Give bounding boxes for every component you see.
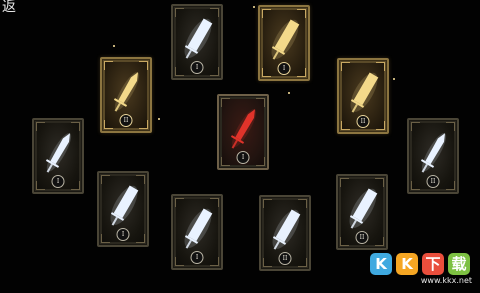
card-far-left[interactable]: I	[32, 118, 84, 194]
tier-badge: II	[426, 175, 440, 188]
card-upper-right[interactable]: II	[337, 58, 389, 134]
card-top-right[interactable]: I	[258, 5, 310, 81]
card-center[interactable]: I	[217, 94, 269, 170]
card-lower-left[interactable]: I	[97, 171, 149, 247]
sparkle	[288, 92, 290, 94]
tier-badge: II	[355, 231, 369, 244]
watermark-letter: 下	[422, 253, 444, 275]
watermark-url: www.kkx.net	[420, 276, 472, 285]
tier-badge: II	[278, 252, 292, 265]
watermark-logo: K K 下 载 www.kkx.net	[370, 253, 474, 285]
card-bottom-left[interactable]: I	[171, 194, 223, 270]
sparkle	[113, 45, 115, 47]
tier-badge: II	[356, 115, 370, 128]
card-far-right[interactable]: II	[407, 118, 459, 194]
card-top-left[interactable]: I	[171, 4, 223, 80]
card-lower-right[interactable]: II	[336, 174, 388, 250]
tier-badge: II	[119, 114, 133, 127]
sparkle	[393, 78, 395, 80]
tier-badge: I	[277, 62, 291, 75]
watermark-letter: 载	[448, 253, 470, 275]
sparkle	[253, 6, 255, 8]
tier-badge: I	[236, 151, 250, 164]
watermark-letter: K	[370, 253, 392, 275]
tier-badge: I	[190, 61, 204, 74]
back-button[interactable]: 返	[2, 0, 16, 16]
tier-badge: I	[51, 175, 65, 188]
watermark-letter: K	[396, 253, 418, 275]
tier-badge: I	[190, 251, 204, 264]
tier-badge: I	[116, 228, 130, 241]
sparkle	[158, 118, 160, 120]
card-bottom-right[interactable]: II	[259, 195, 311, 271]
card-upper-left[interactable]: II	[100, 57, 152, 133]
